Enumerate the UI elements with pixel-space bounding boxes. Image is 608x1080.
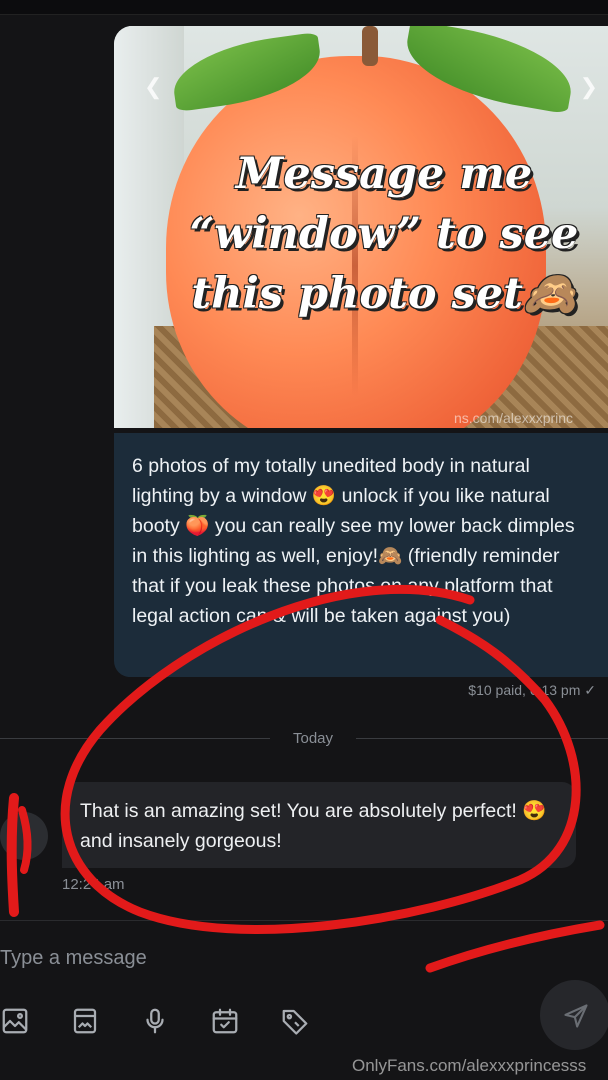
send-button[interactable] [540,980,608,1050]
photo-watermark: ns.com/alexxxprinc [454,410,574,426]
footer-watermark: OnlyFans.com/alexxxprincesss [352,1056,587,1075]
locked-photo-preview[interactable]: ❮ ❯ Message me “window” to see this phot… [114,26,608,428]
photo-overlay-text: Message me “window” to see this photo se… [189,149,579,319]
price-tag-icon[interactable] [280,1006,314,1040]
peach-stem [362,26,378,66]
incoming-message-bubble: That is an amazing set! You are absolute… [62,782,576,868]
message-input[interactable] [0,938,500,978]
image-icon[interactable] [0,1006,34,1040]
outgoing-message-meta: $10 paid, 6:13 pm ✓ [468,682,596,699]
delivered-check-icon: ✓ [584,682,596,698]
calendar-check-icon[interactable] [210,1006,244,1040]
send-icon [564,1004,588,1028]
carousel-prev-icon[interactable]: ❮ [144,74,162,100]
microphone-icon[interactable] [140,1006,174,1040]
top-bar [0,0,608,15]
incoming-message-time: 12:24 am [62,876,125,893]
gallery-icon[interactable] [70,1006,104,1040]
outgoing-message-bubble: 6 photos of my totally unedited body in … [114,433,608,677]
incoming-message-text: That is an amazing set! You are absolute… [80,800,547,852]
avatar[interactable] [0,812,48,860]
outgoing-message-text: 6 photos of my totally unedited body in … [132,455,575,627]
composer-divider [0,920,608,921]
price-time-label: $10 paid, 6:13 pm [468,682,581,698]
date-divider-label: Today [292,730,334,747]
carousel-next-icon[interactable]: ❯ [580,74,598,100]
